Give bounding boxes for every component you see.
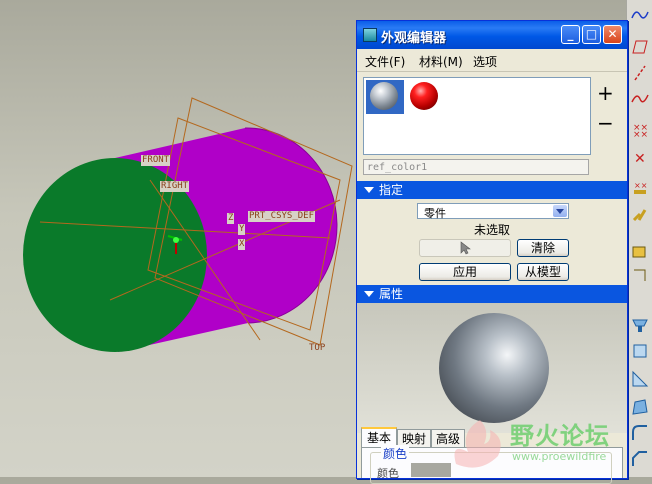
draft-icon[interactable] — [629, 396, 651, 418]
dialog-titlebar[interactable]: 外观编辑器 _ □ ✕ — [357, 21, 627, 49]
curve-icon[interactable] — [629, 88, 651, 110]
axis-mark-z: Z — [227, 213, 235, 224]
line-icon[interactable] — [629, 62, 651, 84]
shell-icon[interactable] — [629, 340, 651, 362]
select-button[interactable] — [419, 239, 511, 257]
dialog-title: 外观编辑器 — [381, 31, 447, 46]
collapse-triangle-icon — [364, 291, 374, 297]
add-material-button[interactable]: + — [597, 81, 614, 105]
datum-label-right[interactable]: RIGHT — [160, 181, 190, 192]
apply-button[interactable]: 应用 — [419, 263, 511, 281]
menu-file[interactable]: 文件(F) — [365, 53, 405, 70]
collapse-triangle-icon — [364, 187, 374, 193]
remove-material-button[interactable]: − — [597, 111, 614, 135]
csys-icon[interactable]: ×× — [629, 176, 651, 198]
chain-icon[interactable] — [629, 204, 651, 226]
sketch-point-icon[interactable]: ✕ — [629, 146, 651, 168]
right-toolbar: ×× ×× ✕ ×× — [626, 0, 652, 477]
material-palette — [363, 77, 591, 155]
datum-label-top[interactable]: TOP — [308, 343, 326, 354]
maximize-button[interactable]: □ — [582, 25, 601, 44]
from-model-button[interactable]: 从模型 — [517, 263, 569, 281]
rib-icon[interactable] — [629, 368, 651, 390]
properties-section-label: 属性 — [379, 287, 404, 301]
color-group-title: 颜色 — [381, 445, 410, 462]
watermark: 野火论坛 www.proewildfire — [440, 410, 626, 477]
datum-label-csys[interactable]: PRT_CSYS_DEF — [248, 211, 316, 222]
extrude-icon[interactable] — [629, 240, 651, 262]
assign-target-value: 零件 — [424, 207, 446, 220]
selection-status: 未选取 — [474, 223, 511, 237]
red-sphere-icon[interactable] — [410, 82, 438, 110]
minimize-button[interactable]: _ — [561, 25, 580, 44]
material-name-field[interactable]: ref_color1 — [363, 159, 589, 175]
assign-section-label: 指定 — [379, 183, 404, 197]
app-icon — [363, 28, 377, 42]
close-button[interactable]: ✕ — [603, 25, 622, 44]
preview-sphere — [439, 313, 549, 423]
svg-text:✕: ✕ — [634, 151, 646, 166]
chamfer-icon[interactable] — [629, 448, 651, 470]
watermark-url: www.proewildfire — [512, 450, 607, 463]
datum-point-icon[interactable]: ×× ×× — [629, 118, 651, 140]
svg-text:××: ×× — [634, 181, 647, 190]
menu-options[interactable]: 选项 — [473, 53, 497, 70]
clear-button[interactable]: 清除 — [517, 239, 569, 257]
menubar: 文件(F) 材料(M) 选项 — [357, 49, 627, 72]
chevron-down-icon[interactable] — [553, 205, 567, 217]
tab-basic[interactable]: 基本 — [361, 427, 397, 447]
properties-section-header[interactable]: 属性 — [357, 285, 627, 303]
spline-icon[interactable] — [629, 4, 651, 26]
axis-mark-x: X — [238, 239, 246, 250]
gray-sphere-icon[interactable] — [370, 82, 398, 110]
assign-section-header[interactable]: 指定 — [357, 181, 627, 199]
assign-target-select[interactable]: 零件 — [417, 203, 569, 220]
axis-mark-y: Y — [238, 224, 246, 235]
flame-logo-icon — [454, 420, 501, 468]
round-icon[interactable] — [629, 422, 651, 444]
revolve-icon[interactable] — [629, 264, 651, 286]
menu-material[interactable]: 材料(M) — [419, 53, 463, 70]
hole-icon[interactable] — [629, 314, 651, 336]
parallelogram-icon[interactable] — [629, 36, 651, 58]
watermark-text: 野火论坛 — [510, 422, 610, 450]
svg-text:××: ×× — [633, 130, 648, 138]
datum-label-front[interactable]: FRONT — [141, 155, 171, 166]
color-label: 颜色 — [377, 467, 399, 480]
cursor-arrow-icon — [460, 241, 471, 255]
